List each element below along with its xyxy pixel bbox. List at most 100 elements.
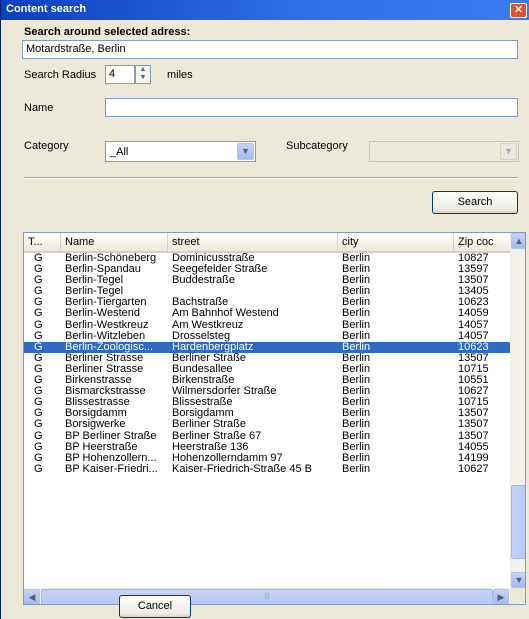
list-item[interactable]: G Berliner Strasse Berliner Straße Berlin 13… [24,353,510,364]
cell-type: G [34,441,43,453]
scroll-down-icon[interactable]: ▼ [511,572,525,588]
address-field[interactable]: Motardstraße, Berlin [22,40,518,59]
cell-city: Berlin [342,286,371,298]
list-item[interactable]: G BP Kaiser-Friedri... Kaiser-Friedrich-St… [24,464,510,475]
cell-type: G [34,375,43,387]
cell-name: Berlin-Tegel [65,275,124,287]
cell-name: Blissestrasse [65,397,130,409]
cell-zip: 10623 [458,341,489,353]
cell-city: Berlin [342,319,371,331]
column-header-street[interactable]: street [168,233,338,251]
scroll-right-icon[interactable]: ▶ [493,589,509,604]
list-item[interactable]: G Berliner Strasse Bundesallee Berlin 10715 [24,364,510,375]
cell-city: Berlin [342,308,371,320]
cell-name: Berlin-Tiergarten [65,297,147,309]
cell-type: G [34,452,43,464]
list-item[interactable]: G Borsigdamm Borsigdamm Berlin 13507 [24,408,510,419]
radius-input[interactable]: 4 [105,65,135,84]
list-item[interactable]: G Berlin-Tegel Berlin 13405 [24,286,510,297]
list-item[interactable]: G Berlin-Tiergarten Bachstraße Berlin 10623 [24,297,510,308]
category-value: _All [110,146,129,158]
list-item[interactable]: G Berlin-Witzleben Drosselsteg Berlin 14057 [24,331,510,342]
list-item[interactable]: G Berlin-Zoologisc... Hardenbergplatz Berli… [24,341,510,353]
cell-name: Berlin-Schöneberg [65,253,157,264]
chevron-down-icon[interactable]: ▼ [237,143,254,160]
cell-street: Berliner Straße 67 [172,430,262,442]
cell-zip: 10627 [458,463,489,475]
cell-name: BP Kaiser-Friedri... [65,463,158,475]
list-item[interactable]: G Borsigwerke Berliner Straße Berlin 13507 [24,419,510,430]
horizontal-scroll-thumb[interactable]: ||| [41,589,493,604]
category-select[interactable]: _All ▼ [105,141,256,162]
list-item[interactable]: G Birkenstrasse Birkenstraße Berlin 10551 [24,375,510,386]
cell-zip: 13507 [458,352,489,364]
cell-zip: 14057 [458,319,489,331]
cell-zip: 14057 [458,330,489,342]
list-item[interactable]: G Blissestrasse Blissestraße Berlin 10715 [24,397,510,408]
vertical-scrollbar[interactable]: ▲ ▼ [510,233,525,588]
column-header-type[interactable]: T... [24,233,61,251]
column-header-zip[interactable]: Zip coc [454,233,510,251]
cell-name: BP Hohenzollern... [65,452,157,464]
cell-zip: 13405 [458,286,489,298]
spin-up-icon[interactable]: ▲ [136,66,150,74]
column-header-name[interactable]: Name [61,233,168,251]
cell-city: Berlin [342,408,371,420]
results-list[interactable]: T... Name street city Zip coc G Berlin-Sc… [23,232,526,605]
cell-city: Berlin [342,430,371,442]
cell-street: Borsigdamm [172,408,234,420]
cell-type: G [34,319,43,331]
column-header-city[interactable]: city [338,233,454,251]
cell-city: Berlin [342,441,371,453]
name-input[interactable] [105,98,518,117]
radius-label: Search Radius [24,69,97,81]
cell-city: Berlin [342,297,371,309]
list-item[interactable]: G Berlin-Schöneberg Dominicusstraße Berlin 1… [24,253,510,264]
cell-city: Berlin [342,330,371,342]
cell-name: Berlin-Spandau [65,264,141,276]
cancel-button[interactable]: Cancel [119,595,191,618]
cell-zip: 13507 [458,430,489,442]
content-search-dialog: Content search ✕ Search around selected … [0,0,529,619]
cell-street: Dominicusstraße [172,253,255,264]
cell-street: Bundesallee [172,363,233,375]
list-item[interactable]: G BP Berliner Straße Berliner Straße 67 Ber… [24,431,510,442]
list-item[interactable]: G Berlin-Westend Am Bahnhof Westend Berlin 1… [24,308,510,319]
scroll-up-icon[interactable]: ▲ [511,233,525,249]
list-header: T... Name street city Zip coc [24,233,510,253]
horizontal-scrollbar[interactable]: ◀ ||| ▶ [24,588,510,604]
title-bar[interactable]: Content search ✕ [1,0,529,20]
list-item[interactable]: G Berlin-Westkreuz Am Westkreuz Berlin 14057 [24,320,510,331]
list-item[interactable]: G Berlin-Spandau Seegefelder Straße Berlin 1… [24,264,510,275]
cell-type: G [34,363,43,375]
cell-street: Heerstraße 136 [172,441,249,453]
cell-type: G [34,397,43,409]
scroll-left-icon[interactable]: ◀ [24,589,40,604]
cell-type: G [34,330,43,342]
cell-zip: 10551 [458,375,489,387]
cell-street: Berliner Straße [172,419,246,431]
search-button[interactable]: Search [432,191,518,214]
close-icon[interactable]: ✕ [510,3,527,18]
cell-zip: 13507 [458,419,489,431]
list-item[interactable]: G Berlin-Tegel Buddestraße Berlin 13507 [24,275,510,286]
divider [24,177,518,179]
cell-type: G [34,308,43,320]
cell-city: Berlin [342,386,371,398]
cell-type: G [34,408,43,420]
vertical-scroll-thumb[interactable] [511,485,525,559]
subcategory-select: ▼ [369,141,519,162]
spin-down-icon[interactable]: ▼ [136,74,150,82]
cell-city: Berlin [342,253,371,264]
list-item[interactable]: G BP Hohenzollern... Hohenzollerndamm 97 Be… [24,453,510,464]
cell-name: Birkenstrasse [65,375,132,387]
cell-street: Am Westkreuz [172,319,244,331]
cell-type: G [34,253,43,264]
radius-spinner[interactable]: ▲ ▼ [135,65,151,84]
cell-zip: 10627 [458,386,489,398]
cell-zip: 10623 [458,297,489,309]
list-item[interactable]: G Bismarckstrasse Wilmersdorfer Straße Berl… [24,386,510,397]
list-item[interactable]: G BP Heerstraße Heerstraße 136 Berlin 14055 [24,442,510,453]
list-rows: G Berlin-Schöneberg Dominicusstraße Berlin 1… [24,253,510,475]
cell-name: BP Berliner Straße [65,430,157,442]
